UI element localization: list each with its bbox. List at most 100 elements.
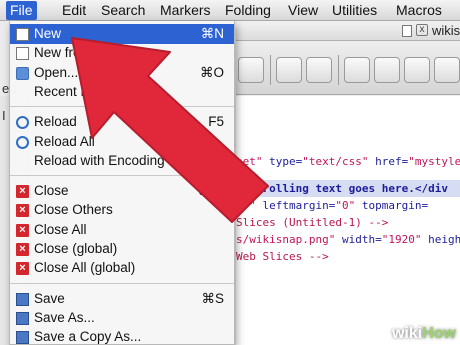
menu-item-shortcut: ⌘N <box>200 26 224 41</box>
menu-item-close-all[interactable]: × Close All <box>10 220 234 240</box>
menu-item-shortcut: F5 <box>208 114 224 130</box>
save-icon <box>16 311 29 325</box>
menu-edit[interactable]: Edit <box>58 1 90 20</box>
close-icon: × <box>16 243 29 256</box>
wikihow-watermark: wikiHow <box>391 325 456 342</box>
menu-item-close[interactable]: × Close ⌘W <box>10 181 234 201</box>
menu-file[interactable]: File <box>6 1 37 20</box>
menu-item-shortcut: ⌘W <box>197 183 224 199</box>
menu-item-label: Save As... <box>34 309 95 325</box>
menu-item-label: New from Mode <box>34 45 130 61</box>
menu-view[interactable]: View <box>284 1 322 20</box>
toolbar-button[interactable] <box>404 57 430 83</box>
menu-bar: File Edit Search Markers Folding View Ut… <box>0 0 460 21</box>
code-token: "> <box>236 182 250 195</box>
menu-item-label: Reload with Encoding <box>34 152 165 168</box>
code-token: type= <box>269 155 303 168</box>
menu-item-save-a-copy-as[interactable]: Save a Copy As... <box>10 327 234 345</box>
code-token: "1920" <box>381 233 429 246</box>
menu-item-reload[interactable]: Reload F5 <box>10 112 234 132</box>
buffer-tab-strip: x wikisn <box>236 21 460 41</box>
toolbar-separator <box>338 55 339 85</box>
open-folder-icon <box>16 66 29 80</box>
code-line: Web Slices --> <box>236 248 329 265</box>
text-area[interactable]: eet" type="text/css" href="mystyle. ">Scr… <box>236 96 460 345</box>
menu-separator <box>10 175 234 177</box>
toolbar-button[interactable] <box>434 57 460 83</box>
menu-search[interactable]: Search <box>97 1 149 20</box>
save-icon <box>16 292 29 306</box>
menu-item-close-global[interactable]: × Close (global) <box>10 239 234 259</box>
close-icon: × <box>16 204 29 218</box>
code-line: FF" leftmargin="0" topmargin= <box>236 197 428 214</box>
code-line: s/wikisnap.png" width="1920" heigh <box>236 231 460 248</box>
menu-item-label: Close (global) <box>34 241 118 256</box>
menu-item-label: Save <box>34 290 65 306</box>
menu-item-reload-all[interactable]: Reload All <box>10 132 234 152</box>
menu-macros[interactable]: Macros <box>392 1 446 20</box>
file-menu-dropdown: New ⌘N New from Mode Open... ⌘O Recent Files R… <box>9 21 235 345</box>
find-icon[interactable] <box>276 57 302 83</box>
new-document-icon <box>16 28 29 41</box>
menu-item-new[interactable]: New ⌘N <box>10 24 234 44</box>
menu-item-label: Close All <box>34 221 87 237</box>
menu-item-save-as[interactable]: Save As... <box>10 308 234 328</box>
menu-item-label: Close <box>34 183 69 199</box>
menu-item-open[interactable]: Open... ⌘O <box>10 63 234 83</box>
toolbar-button[interactable] <box>374 57 400 83</box>
code-line: eet" type="text/css" href="mystyle. <box>236 153 460 170</box>
menu-item-label: Close Others <box>34 202 113 218</box>
code-token: href= <box>375 155 409 168</box>
toolbar-button[interactable] <box>344 57 370 83</box>
menu-item-new-from-mode[interactable]: New from Mode <box>10 43 234 63</box>
code-token: leftmargin= <box>262 199 336 212</box>
close-icon: × <box>16 223 29 237</box>
document-icon <box>402 25 412 37</box>
menu-item-label: Close All (global) <box>34 260 136 276</box>
find-next-icon[interactable] <box>306 57 332 83</box>
code-token: heigh <box>428 233 460 246</box>
new-document-icon <box>16 47 29 61</box>
menu-markers[interactable]: Markers <box>156 1 215 20</box>
code-token: topmargin= <box>361 199 429 212</box>
reload-icon <box>16 116 29 130</box>
toolbar <box>236 41 460 95</box>
save-icon <box>16 331 29 345</box>
code-token: "mystyle. <box>408 155 460 168</box>
toolbar-separator <box>270 55 271 85</box>
close-buffer-icon[interactable]: x <box>416 24 428 36</box>
toolbar-button[interactable] <box>238 57 264 83</box>
code-line: Slices (Untitled-1) --> <box>236 214 388 231</box>
code-token: "text/css" <box>302 155 376 168</box>
menu-item-close-all-global[interactable]: × Close All (global) <box>10 258 234 278</box>
menu-item-shortcut: ⌘S <box>201 290 224 306</box>
menu-item-label: New <box>34 26 62 41</box>
menu-item-shortcut: ⌘O <box>199 64 224 80</box>
code-token: eet" <box>236 155 270 168</box>
code-token: "0" <box>335 199 362 212</box>
code-token: FF" <box>236 199 263 212</box>
menu-item-label: Open... <box>34 64 79 80</box>
close-icon: × <box>16 262 29 276</box>
buffer-tab-title[interactable]: wikisn <box>432 23 460 38</box>
left-panel-text: I <box>2 108 6 123</box>
menu-item-recent-files[interactable]: Recent Files <box>10 82 234 102</box>
code-token: Slices (Untitled-1) --> <box>236 216 389 229</box>
menu-item-save[interactable]: Save ⌘S <box>10 289 234 309</box>
code-line: ">Scrolling text goes here.</div <box>236 180 460 197</box>
code-token: Web Slices --> <box>236 250 329 263</box>
menu-item-close-others[interactable]: × Close Others <box>10 200 234 220</box>
menu-separator <box>10 106 234 108</box>
menu-item-label: Reload All <box>34 133 95 149</box>
code-token: Scrolling text goes here. <box>249 182 415 195</box>
menu-separator <box>10 282 234 284</box>
menu-item-reload-with-encoding[interactable]: Reload with Encoding <box>10 151 234 171</box>
menu-utilities[interactable]: Utilities <box>328 1 381 20</box>
code-token: width= <box>341 233 382 246</box>
menu-item-label: Save a Copy As... <box>34 329 142 345</box>
code-token: s/wikisnap.png" <box>236 233 342 246</box>
menu-folding[interactable]: Folding <box>221 1 275 20</box>
menu-item-label: Recent Files <box>34 83 110 99</box>
menu-item-label: Reload <box>34 114 77 130</box>
reload-icon <box>16 135 29 149</box>
